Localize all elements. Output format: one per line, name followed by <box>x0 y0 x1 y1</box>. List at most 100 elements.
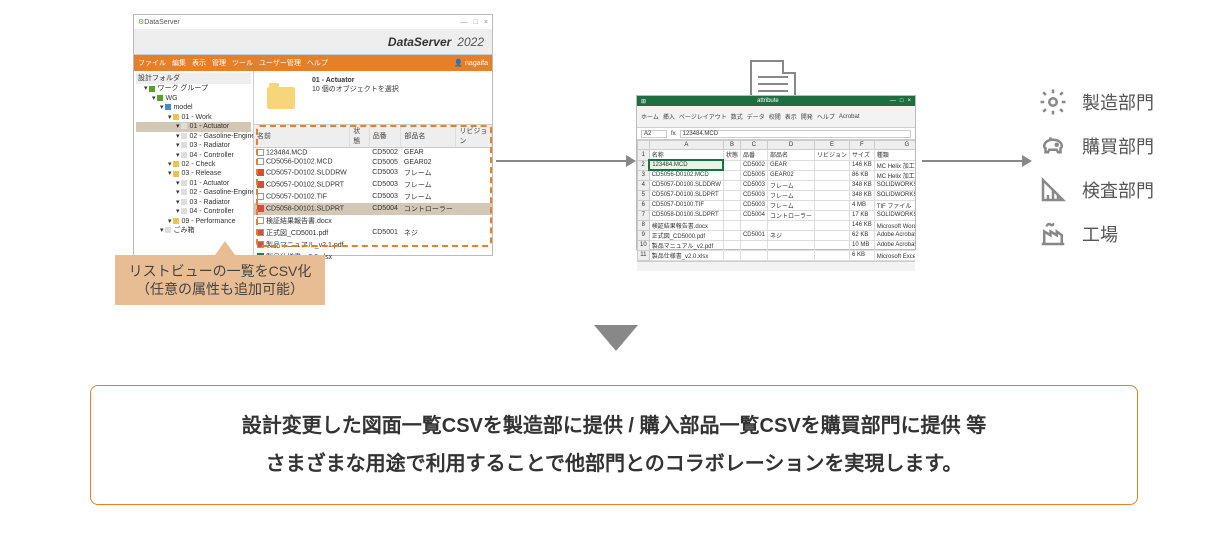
minimize-icon[interactable]: — <box>890 98 896 104</box>
ribbon-tab[interactable]: 挿入 <box>663 112 675 121</box>
tree-node[interactable]: ▾ 03 - Release <box>136 169 251 178</box>
cell[interactable]: MC Helix 加工 <box>874 170 915 180</box>
table-row[interactable]: 3CD5056-D0102.MCDCD5005GEAR0286 KBMC Hel… <box>638 170 916 180</box>
cell[interactable]: CD5056-D0102.MCD <box>649 170 723 180</box>
tree-node[interactable]: ▾ ワーク グループ <box>136 84 251 93</box>
row-num[interactable]: 11 <box>638 250 650 260</box>
row-num[interactable]: 3 <box>638 170 650 180</box>
cell[interactable]: CD5057-D0100.SLDPRT <box>649 190 723 200</box>
close-icon[interactable]: × <box>484 19 488 26</box>
tree-node[interactable]: ▾ 02 - Check <box>136 160 251 169</box>
cell[interactable]: Microsoft Excel ワーク <box>874 250 915 260</box>
cell[interactable]: CD5002 <box>740 160 767 170</box>
cell[interactable]: MC Helix 加工 <box>874 160 915 170</box>
menu-item[interactable]: 編集 <box>172 58 186 68</box>
header-cell[interactable]: 種類 <box>874 150 915 161</box>
cell[interactable] <box>815 160 850 170</box>
ribbon-tab[interactable]: 開発 <box>801 112 813 121</box>
col-letter[interactable]: D <box>767 141 814 150</box>
cell[interactable] <box>815 200 850 210</box>
header-cell[interactable]: 品番 <box>740 150 767 161</box>
minimize-icon[interactable]: — <box>461 19 468 26</box>
tree-node[interactable]: ▾ 09 - Performance <box>136 217 251 226</box>
tree-node[interactable]: ▾ 02 - Gasoline-Engine <box>136 132 251 141</box>
cell[interactable]: 348 KB <box>850 190 875 200</box>
table-row[interactable]: 8検証結果報告書.docx146 KBMicrosoft Word 文書 <box>638 220 916 230</box>
tree-node[interactable]: ▾ ごみ箱 <box>136 226 251 235</box>
cell[interactable]: Adobe Acrobat Docum <box>874 240 915 250</box>
cell[interactable]: 製品マニュアル_v2.pdf <box>649 240 723 250</box>
row-num[interactable]: 9 <box>638 230 650 240</box>
row-num[interactable]: 1 <box>638 150 650 161</box>
cell[interactable]: 348 KB <box>850 180 875 190</box>
col-letter[interactable]: B <box>723 141 740 150</box>
cell[interactable] <box>723 170 740 180</box>
cell[interactable]: 86 KB <box>850 170 875 180</box>
cell[interactable] <box>815 250 850 260</box>
cell[interactable]: 4 MB <box>850 200 875 210</box>
cell[interactable] <box>740 240 767 250</box>
col-letter[interactable]: A <box>649 141 723 150</box>
tree-node[interactable]: ▾ 03 - Radiator <box>136 141 251 150</box>
excel-ribbon[interactable]: ホーム挿入ページレイアウト数式データ校閲表示開発ヘルプAcrobat <box>637 106 915 128</box>
col-letter[interactable]: F <box>850 141 875 150</box>
table-row[interactable]: 9正式図_CD5000.pdfCD5001ネジ62 KBAdobe Acroba… <box>638 230 916 240</box>
ribbon-tab[interactable]: 校閲 <box>769 112 781 121</box>
cell[interactable]: 正式図_CD5000.pdf <box>649 230 723 240</box>
tree-node[interactable]: ▾ 01 - Work <box>136 113 251 122</box>
user-label[interactable]: 👤 nagaifa <box>454 59 488 67</box>
cell[interactable]: CD5003 <box>740 190 767 200</box>
cell[interactable] <box>723 230 740 240</box>
table-row[interactable]: 6CD5057-D0100.TIFCD5003フレーム4 MBTIF ファイル <box>638 200 916 210</box>
row-num[interactable]: 4 <box>638 180 650 190</box>
cell[interactable] <box>723 190 740 200</box>
header-cell[interactable]: 部品名 <box>767 150 814 161</box>
menu-item[interactable]: 表示 <box>192 58 206 68</box>
cell[interactable]: GEAR <box>767 160 814 170</box>
cell[interactable]: 製品仕様書_v2.0.xlsx <box>649 250 723 260</box>
cell[interactable]: SOLIDWORKS Part D <box>874 210 915 220</box>
cell[interactable]: 17 KB <box>850 210 875 220</box>
cell[interactable]: GEAR02 <box>767 170 814 180</box>
excel-cellref[interactable]: A2 <box>641 130 667 138</box>
menu-item[interactable]: 管理 <box>212 58 226 68</box>
row-num[interactable]: 2 <box>638 160 650 170</box>
cell[interactable] <box>723 240 740 250</box>
cell[interactable] <box>767 220 814 230</box>
header-cell[interactable]: 名称 <box>649 150 723 161</box>
tree-node[interactable]: ▾ 04 - Controller <box>136 207 251 216</box>
cell[interactable]: TIF ファイル <box>874 200 915 210</box>
tree-node[interactable]: ▾ 02 - Gasoline-Engine <box>136 188 251 197</box>
ribbon-tab[interactable]: 表示 <box>785 112 797 121</box>
header-cell[interactable]: リビジョン <box>815 150 850 161</box>
cell[interactable]: CD5003 <box>740 200 767 210</box>
cell[interactable] <box>767 240 814 250</box>
tree-node[interactable]: ▾ 01 - Actuator <box>136 122 251 131</box>
cell[interactable]: CD5003 <box>740 180 767 190</box>
excel-grid[interactable]: ABCDEFG1名称状態品番部品名リビジョンサイズ種類2123484.MCDCD… <box>637 140 915 261</box>
cell[interactable] <box>815 170 850 180</box>
cell[interactable] <box>723 220 740 230</box>
close-icon[interactable]: × <box>907 98 911 104</box>
row-num[interactable]: 5 <box>638 190 650 200</box>
cell[interactable] <box>815 240 850 250</box>
cell[interactable]: CD5057-D0100.TIF <box>649 200 723 210</box>
tree-node[interactable]: ▾ 03 - Radiator <box>136 198 251 207</box>
cell[interactable]: 6 KB <box>850 250 875 260</box>
cell[interactable]: 123484.MCD <box>649 160 723 170</box>
cell[interactable] <box>815 190 850 200</box>
cell[interactable] <box>723 210 740 220</box>
cell[interactable] <box>815 220 850 230</box>
menu-item[interactable]: ユーザー管理 <box>259 58 301 68</box>
cell[interactable]: CD5058-D0100.SLDPRT <box>649 210 723 220</box>
cell[interactable] <box>723 180 740 190</box>
cell[interactable]: SOLIDWORKS Drawi <box>874 180 915 190</box>
cell[interactable]: フレーム <box>767 200 814 210</box>
cell[interactable] <box>815 210 850 220</box>
table-row[interactable]: 7CD5058-D0100.SLDPRTCD5004コントローラー17 KBSO… <box>638 210 916 220</box>
cell[interactable] <box>723 250 740 260</box>
table-row[interactable]: 10製品マニュアル_v2.pdf10 MBAdobe Acrobat Docum <box>638 240 916 250</box>
cell[interactable]: Adobe Acrobat Docum <box>874 230 915 240</box>
ds-tree[interactable]: 設計フォルダ ▾ ワーク グループ▾ WG▾ model▾ 01 - Work▾… <box>134 71 254 257</box>
cell[interactable]: CD5004 <box>740 210 767 220</box>
